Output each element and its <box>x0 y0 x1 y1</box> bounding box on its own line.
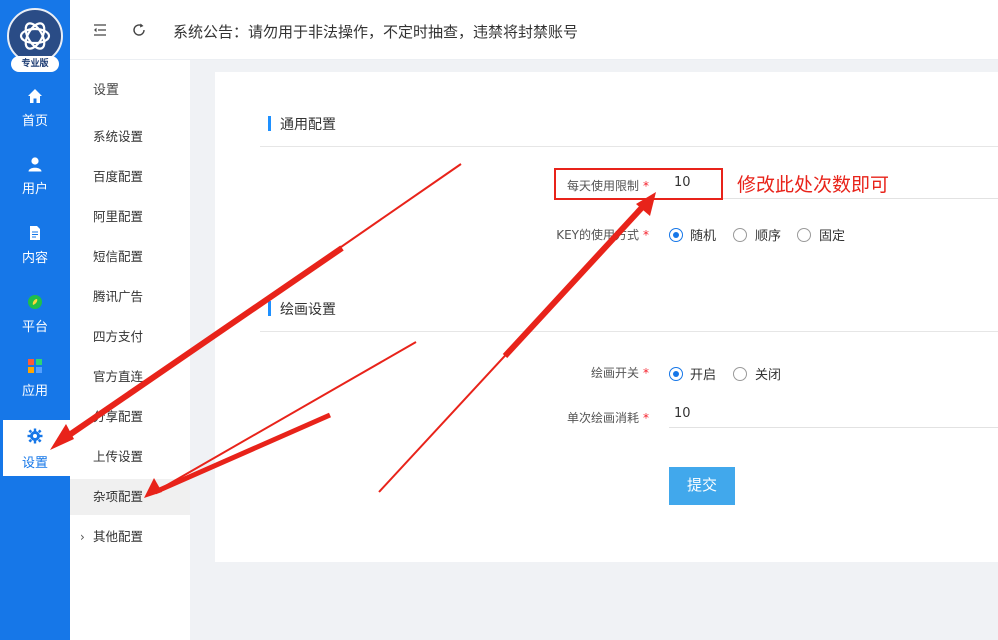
drawing-cost-input[interactable]: 10 <box>674 406 691 421</box>
drawing-switch-label: 绘画开关 * <box>590 366 649 380</box>
nav-item-platform[interactable]: 平台 <box>0 294 70 354</box>
submenu-item-share[interactable]: 分享配置 <box>70 399 190 435</box>
submenu-item-sms[interactable]: 短信配置 <box>70 239 190 275</box>
main-nav: 专业版 首页 用户 内容 平台 应用 设置 <box>0 0 70 640</box>
settings-submenu: 设置 系统设置 百度配置 阿里配置 短信配置 腾讯广告 四方支付 官方直连 分享… <box>70 60 190 640</box>
key-mode-radio-fixed[interactable] <box>797 228 811 242</box>
platform-icon <box>28 295 42 309</box>
drawing-switch-radio-on[interactable] <box>669 367 683 381</box>
logo: 专业版 <box>5 8 65 72</box>
nav-label: 设置 <box>21 456 48 471</box>
annotation-highlight-box <box>554 168 723 200</box>
submenu-title: 设置 <box>93 83 120 98</box>
nav-item-home[interactable]: 首页 <box>0 88 70 148</box>
nav-label: 用户 <box>21 182 48 197</box>
submenu-item-baidu[interactable]: 百度配置 <box>70 159 190 195</box>
key-mode-option-sequential[interactable]: 顺序 <box>755 225 781 244</box>
nav-label: 内容 <box>21 251 48 266</box>
key-mode-label: KEY的使用方式 * <box>556 228 649 242</box>
nav-label: 应用 <box>21 384 48 399</box>
nav-item-settings[interactable]: 设置 <box>3 420 70 476</box>
submenu-item-payment[interactable]: 四方支付 <box>70 319 190 355</box>
key-mode-radio-random[interactable] <box>669 228 683 242</box>
nav-label: 平台 <box>21 320 48 335</box>
nav-label: 首页 <box>21 114 48 129</box>
submenu-item-upload[interactable]: 上传设置 <box>70 439 190 475</box>
nav-item-user[interactable]: 用户 <box>0 156 70 216</box>
config-card: 通用配置 每天使用限制 * 10 KEY的使用方式 * 随机 顺序 固定 绘画设置 … <box>215 72 998 562</box>
home-icon <box>28 89 42 103</box>
drawing-switch-option-on[interactable]: 开启 <box>690 364 716 383</box>
apps-icon <box>28 359 42 373</box>
refresh-icon[interactable] <box>131 22 147 38</box>
submenu-item-aliyun[interactable]: 阿里配置 <box>70 199 190 235</box>
submenu-other-label: 其他配置 <box>93 529 144 544</box>
annotation-text: 修改此处次数即可 <box>737 174 890 196</box>
drawing-switch-radio-off[interactable] <box>733 367 747 381</box>
user-icon <box>28 157 42 172</box>
key-mode-option-random[interactable]: 随机 <box>690 225 716 244</box>
submenu-item-system[interactable]: 系统设置 <box>70 119 190 155</box>
drawing-switch-option-off[interactable]: 关闭 <box>755 364 781 383</box>
submenu-item-official-direct[interactable]: 官方直连 <box>70 359 190 395</box>
submenu-item-other[interactable]: › 其他配置 <box>70 519 190 555</box>
gear-icon <box>27 428 43 444</box>
submenu-item-misc[interactable]: 杂项配置 <box>70 479 190 515</box>
system-notice: 系统公告：请勿用于非法操作，不定时抽查，违禁将封禁账号 <box>173 23 579 41</box>
submenu-item-tencent-ads[interactable]: 腾讯广告 <box>70 279 190 315</box>
menu-collapse-icon[interactable] <box>92 22 108 38</box>
key-mode-option-fixed[interactable]: 固定 <box>819 225 845 244</box>
section-divider <box>260 146 998 147</box>
key-mode-radio-sequential[interactable] <box>733 228 747 242</box>
edition-badge: 专业版 <box>11 56 59 72</box>
document-icon <box>30 226 40 240</box>
section-title-drawing: 绘画设置 <box>280 302 336 318</box>
nav-item-content[interactable]: 内容 <box>0 225 70 285</box>
input-underline <box>669 427 998 428</box>
chevron-right-icon: › <box>80 530 85 544</box>
section-bar <box>268 301 271 316</box>
section-divider <box>260 331 998 332</box>
section-bar <box>268 116 271 131</box>
submit-button[interactable]: 提交 <box>669 467 735 505</box>
header-bar: 系统公告：请勿用于非法操作，不定时抽查，违禁将封禁账号 <box>70 0 998 60</box>
section-title-general: 通用配置 <box>280 117 336 133</box>
drawing-cost-label: 单次绘画消耗 * <box>566 411 649 425</box>
nav-item-apps[interactable]: 应用 <box>0 358 70 418</box>
